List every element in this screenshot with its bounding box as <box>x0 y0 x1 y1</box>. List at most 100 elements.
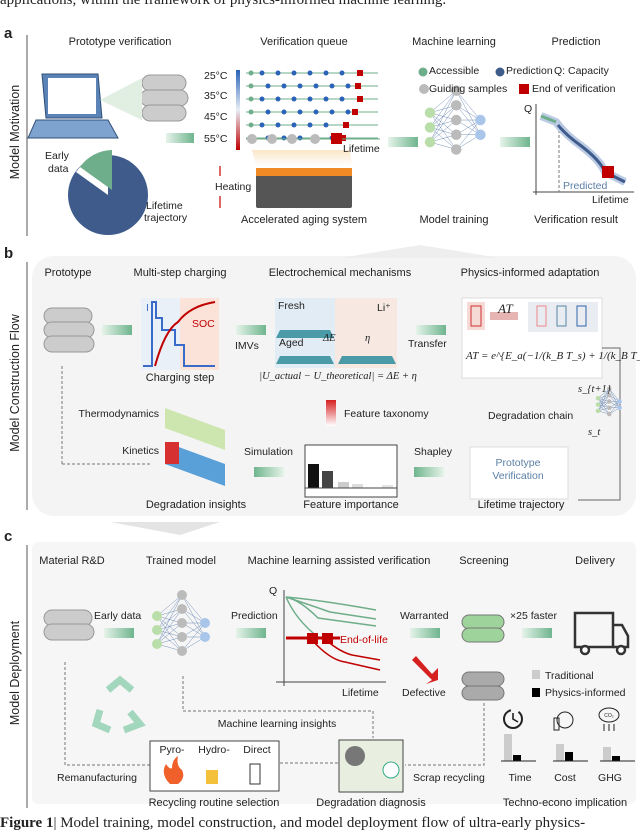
co2-label: CO₂ <box>604 713 614 719</box>
pie-label-lifetime-2: trajectory <box>144 212 188 224</box>
title-ml-verification: Machine learning assisted verification <box>247 555 431 567</box>
pred-q-axis: Q <box>524 103 533 115</box>
temperature-bar <box>236 70 240 150</box>
route-hydro: Hydro- <box>198 744 230 756</box>
prediction-point <box>291 70 297 76</box>
metric-ghg: GHG <box>598 772 622 784</box>
prediction-point <box>307 70 313 76</box>
label-techno-econo: Techno-econo implication <box>502 797 628 809</box>
prediction-point <box>291 96 297 102</box>
route-direct: Direct <box>243 744 271 756</box>
prediction-point <box>281 109 287 115</box>
nn-node <box>177 646 187 656</box>
metric-cost: Cost <box>554 772 576 784</box>
title-prototype: Prototype <box>44 267 92 279</box>
route-pyro: Pyro- <box>159 744 185 756</box>
prediction-point <box>291 122 297 128</box>
arrow-c3 <box>410 628 440 638</box>
nn-node <box>451 100 462 111</box>
panel-a-label: a <box>4 25 13 42</box>
nn-node <box>607 399 612 404</box>
nn-node <box>451 129 462 140</box>
soc-label: SOC <box>192 318 215 330</box>
prediction-label: Prediction <box>231 610 278 622</box>
end-marker <box>357 96 363 102</box>
nn-node <box>177 604 187 614</box>
connector-b-c <box>110 522 220 535</box>
title-electrochemical: Electrochemical mechanisms <box>268 267 412 279</box>
warranted-label: Warranted <box>400 610 449 622</box>
connector-a-b <box>340 245 500 258</box>
nn-node <box>200 618 210 628</box>
title-verification-queue: Verification queue <box>260 36 348 48</box>
current-label: I <box>146 302 149 314</box>
heating-arrow-down <box>219 166 221 176</box>
degradation-chain-label: Degradation chain <box>488 410 574 422</box>
temp-25: 25°C <box>204 70 228 82</box>
prediction-point <box>297 83 303 89</box>
nn-node <box>177 590 187 600</box>
delta-e-label: ΔE <box>323 333 336 344</box>
arrow-a2 <box>388 137 418 147</box>
nn-node <box>617 405 622 410</box>
guiding-sample <box>310 134 320 144</box>
importance-bar <box>352 484 363 488</box>
title-prediction: Prediction <box>551 36 601 48</box>
panel-b-label: b <box>4 245 14 262</box>
importance-bar <box>308 464 319 488</box>
label-recycling-routine: Recycling routine selection <box>148 797 280 809</box>
heating-label: Heating <box>215 181 252 193</box>
legend-traditional: Traditional <box>545 670 594 682</box>
arrow-b4 <box>254 467 284 477</box>
faster-label: ×25 faster <box>510 610 557 622</box>
s-t-label: s_t <box>588 427 601 438</box>
ml-insights-label: Machine learning insights <box>217 718 337 730</box>
label-degradation-diagnosis: Degradation diagnosis <box>316 797 426 809</box>
importance-bar <box>322 471 333 488</box>
arrow-a3 <box>500 137 530 147</box>
feature-taxonomy-label: Feature taxonomy <box>344 408 429 420</box>
prediction-point <box>275 96 281 102</box>
prototype-verification-line2: Verification <box>492 470 544 482</box>
pie-chart <box>68 150 148 235</box>
prediction-point <box>259 122 265 128</box>
neural-network-a <box>424 85 486 155</box>
legend-guiding: Guiding samples <box>429 83 508 95</box>
aged-label: Aged <box>279 337 304 349</box>
pred-lifetime-axis: Lifetime <box>592 194 629 206</box>
pie-label-lifetime-1: Lifetime <box>146 200 183 212</box>
eta-label: η <box>365 333 371 344</box>
prediction-point <box>307 96 313 102</box>
title-screening: Screening <box>459 555 509 567</box>
c-lifetime-axis: Lifetime <box>342 687 379 699</box>
end-marker <box>331 133 342 144</box>
queue-lifetime-label: Lifetime <box>343 143 380 155</box>
nn-node <box>451 144 462 155</box>
heating-arrow-up <box>219 196 221 208</box>
label-lifetime-trajectory: Lifetime trajectory <box>477 499 565 511</box>
kinetics-label: Kinetics <box>122 445 159 457</box>
verification-queue-rows <box>246 70 380 144</box>
arrow-c2 <box>236 628 266 638</box>
legend-accessible: Accessible <box>429 65 480 77</box>
arrow-a1 <box>166 133 194 143</box>
voltage-equation: |U_actual − U_theoretical| = ΔE + η <box>259 371 417 382</box>
arrow-c4 <box>522 628 552 638</box>
panel-c-label: c <box>4 528 13 545</box>
physics-informed-bar <box>565 752 573 761</box>
nn-node <box>475 129 486 140</box>
figure-caption: Figure 1| Model training, model construc… <box>0 815 585 832</box>
arrow-b2 <box>236 325 266 335</box>
imvs-label: IMVs <box>235 340 259 352</box>
nn-node <box>177 632 187 642</box>
prediction-point <box>345 109 351 115</box>
laptop-icon <box>27 73 119 139</box>
nn-node <box>424 122 436 133</box>
end-marker <box>357 70 363 76</box>
label-model-training: Model training <box>419 214 489 226</box>
legend-prediction: Prediction <box>506 65 553 77</box>
arrow-b3 <box>416 325 446 335</box>
title-material-rd: Material R&D <box>39 555 105 567</box>
nn-node <box>617 399 622 404</box>
end-marker <box>355 83 361 89</box>
